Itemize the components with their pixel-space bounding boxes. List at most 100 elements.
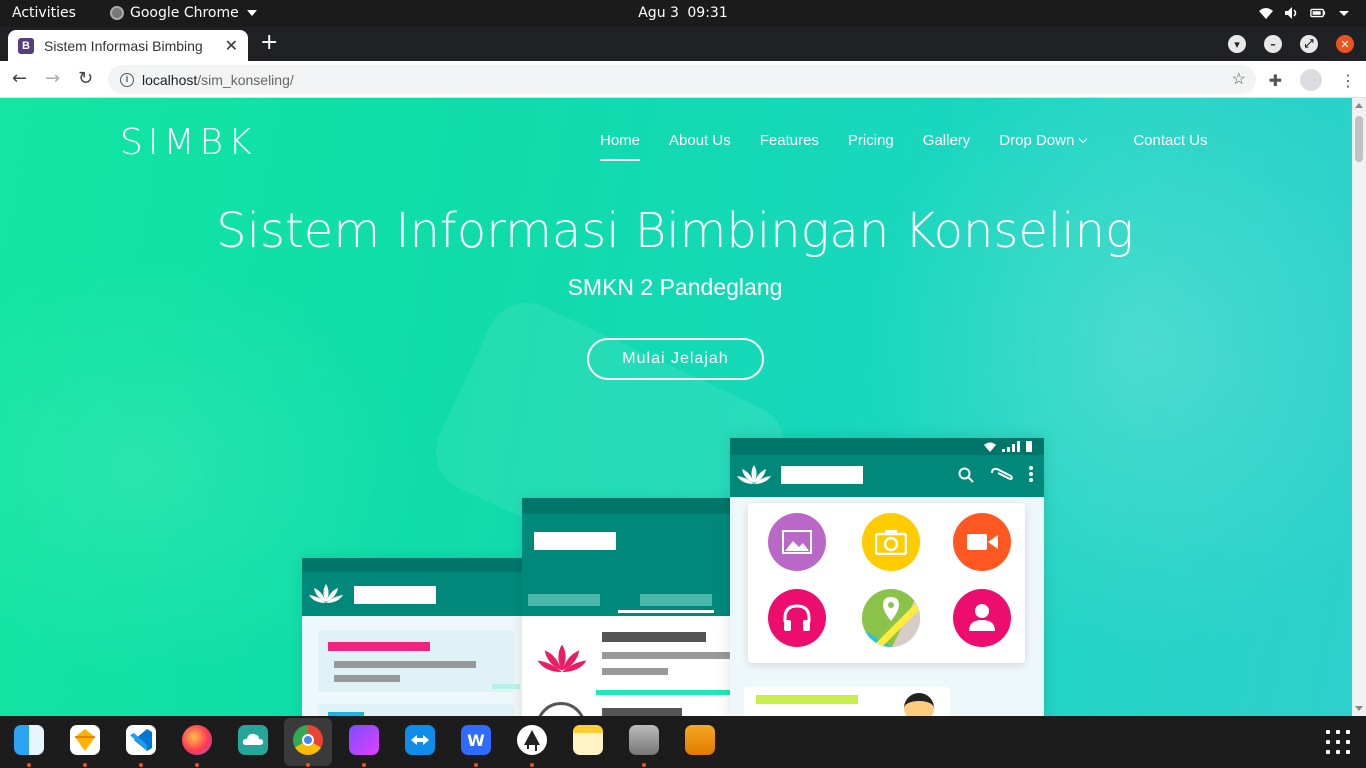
globe-icon [536,702,586,716]
running-indicator [362,763,366,767]
phone-header [522,498,732,613]
bookmark-star-icon[interactable]: ☆ [1232,69,1246,89]
inkscape-icon[interactable] [517,725,547,755]
forward-arrow-icon[interactable]: → [45,68,60,89]
close-window-button[interactable]: ✕ [1336,35,1354,53]
main-nav: Home About Us Features Pricing Gallery D… [600,132,1208,161]
clock-date: Agu 3 [638,5,679,21]
extensions-puzzle-icon[interactable]: ✚ [1269,71,1282,90]
nav-gallery[interactable]: Gallery [923,132,971,161]
firefox-icon[interactable] [182,725,212,755]
search-icon [958,467,974,483]
scroll-up-arrow-icon[interactable] [1355,103,1363,108]
phone-title-placeholder [354,586,436,604]
tab-close-icon[interactable]: ✕ [225,36,238,55]
kebab-icon [1029,466,1033,482]
phone-mockup-right [730,438,1044,716]
profile-avatar[interactable] [1300,69,1322,91]
tab-active[interactable]: B Sistem Informasi Bimbing ✕ [8,30,248,61]
person-avatar-icon [904,693,934,716]
video-app-icon [953,513,1011,571]
phone-signal-icons [984,441,1032,452]
wps-icon[interactable]: W [461,725,491,755]
tab-search-button[interactable]: ▾ [1228,35,1246,53]
running-indicator [642,763,646,767]
scroll-down-arrow-icon[interactable] [1355,706,1363,711]
page-viewport: SIMBK Home About Us Features Pricing Gal… [0,98,1352,716]
site-info-icon[interactable]: i [120,72,134,87]
system-top-bar: Activities Google Chrome Agu 3 09:31 [0,0,1366,27]
hero-title: Sistem Informasi Bimbingan Konseling [216,203,1134,259]
teamviewer-icon[interactable] [405,725,435,755]
nav-contact[interactable]: Contact Us [1133,132,1207,161]
new-tab-button[interactable]: + [260,32,278,54]
nav-features[interactable]: Features [760,132,819,161]
nav-home[interactable]: Home [600,132,641,161]
page-scrollbar[interactable] [1352,98,1366,716]
bootstrap-favicon-icon: B [18,37,34,54]
text-line [602,708,682,716]
browser-toolbar: ← → ↻ i localhost/sim_konseling/ ☆ ✚ ⋮ [0,61,1366,98]
menu-kebab-icon[interactable]: ⋮ [1340,71,1356,90]
maps-app-icon [862,589,920,647]
cta-button[interactable]: Mulai Jelajah [587,338,764,380]
phone-status-bar [302,558,524,572]
clock-time: 09:31 [687,5,728,21]
notes-icon[interactable] [573,725,603,755]
screen-recorder-icon[interactable] [349,725,379,755]
phone-body [302,616,524,716]
status-area[interactable] [1258,6,1352,20]
volume-icon [1285,7,1297,19]
tab-title: Sistem Informasi Bimbing [44,37,203,54]
reload-icon[interactable]: ↻ [78,68,93,89]
app-grid-card [748,503,1025,663]
text-line [602,632,706,642]
tab-placeholder [528,594,600,606]
phone-title-placeholder [534,532,616,550]
scrollbar-thumb[interactable] [1355,116,1363,162]
url-host: localhost [142,71,198,88]
phone-header [730,455,1044,497]
phone-body [730,497,1044,716]
address-bar[interactable]: i localhost/sim_konseling/ ☆ [108,65,1256,94]
gallery-app-icon [768,513,826,571]
phone-tabs-bar [522,584,732,616]
maximize-button[interactable]: ⤢ [1300,35,1318,53]
nav-about[interactable]: About Us [669,132,731,161]
svg-text:W: W [467,731,485,750]
running-indicator [530,763,534,767]
disk-icon[interactable] [629,725,659,755]
chrome-icon[interactable] [293,725,323,755]
archive-icon[interactable] [685,725,715,755]
vscode-icon[interactable] [126,725,156,755]
chevron-down-icon [1079,134,1088,144]
finder-icon[interactable] [14,725,44,755]
lotus-icon [309,584,343,603]
site-logo[interactable]: SIMBK [120,122,257,163]
running-indicator [139,763,143,767]
text-line [334,661,476,668]
cloud-icon[interactable] [238,725,268,755]
window-controls: ▾ – ⤢ ✕ [1228,35,1354,53]
camera-app-icon [862,513,920,571]
nav-dropdown[interactable]: Drop Down [999,132,1088,161]
lotus-pink-icon [537,644,587,672]
clock[interactable]: Agu 3 09:31 [0,5,1366,21]
phone-title-placeholder [781,466,863,484]
tab-strip: B Sistem Informasi Bimbing ✕ + ▾ – ⤢ ✕ [0,27,1366,61]
paperclip-icon [991,467,1013,481]
power-menu-caret-icon [1339,11,1349,16]
hero-subtitle: SMKN 2 Pandeglang [567,274,783,300]
back-arrow-icon[interactable]: ← [12,68,27,89]
text-line [328,642,430,651]
show-applications-icon[interactable] [1326,730,1350,754]
divider [596,690,732,695]
running-indicator [474,763,478,767]
running-indicator [306,763,310,767]
nav-pricing[interactable]: Pricing [848,132,894,161]
sketch-icon[interactable] [70,725,100,755]
lotus-icon [737,465,771,484]
wifi-icon [1259,8,1273,19]
nav-dropdown-label: Drop Down [999,132,1075,149]
minimize-button[interactable]: – [1264,35,1282,53]
